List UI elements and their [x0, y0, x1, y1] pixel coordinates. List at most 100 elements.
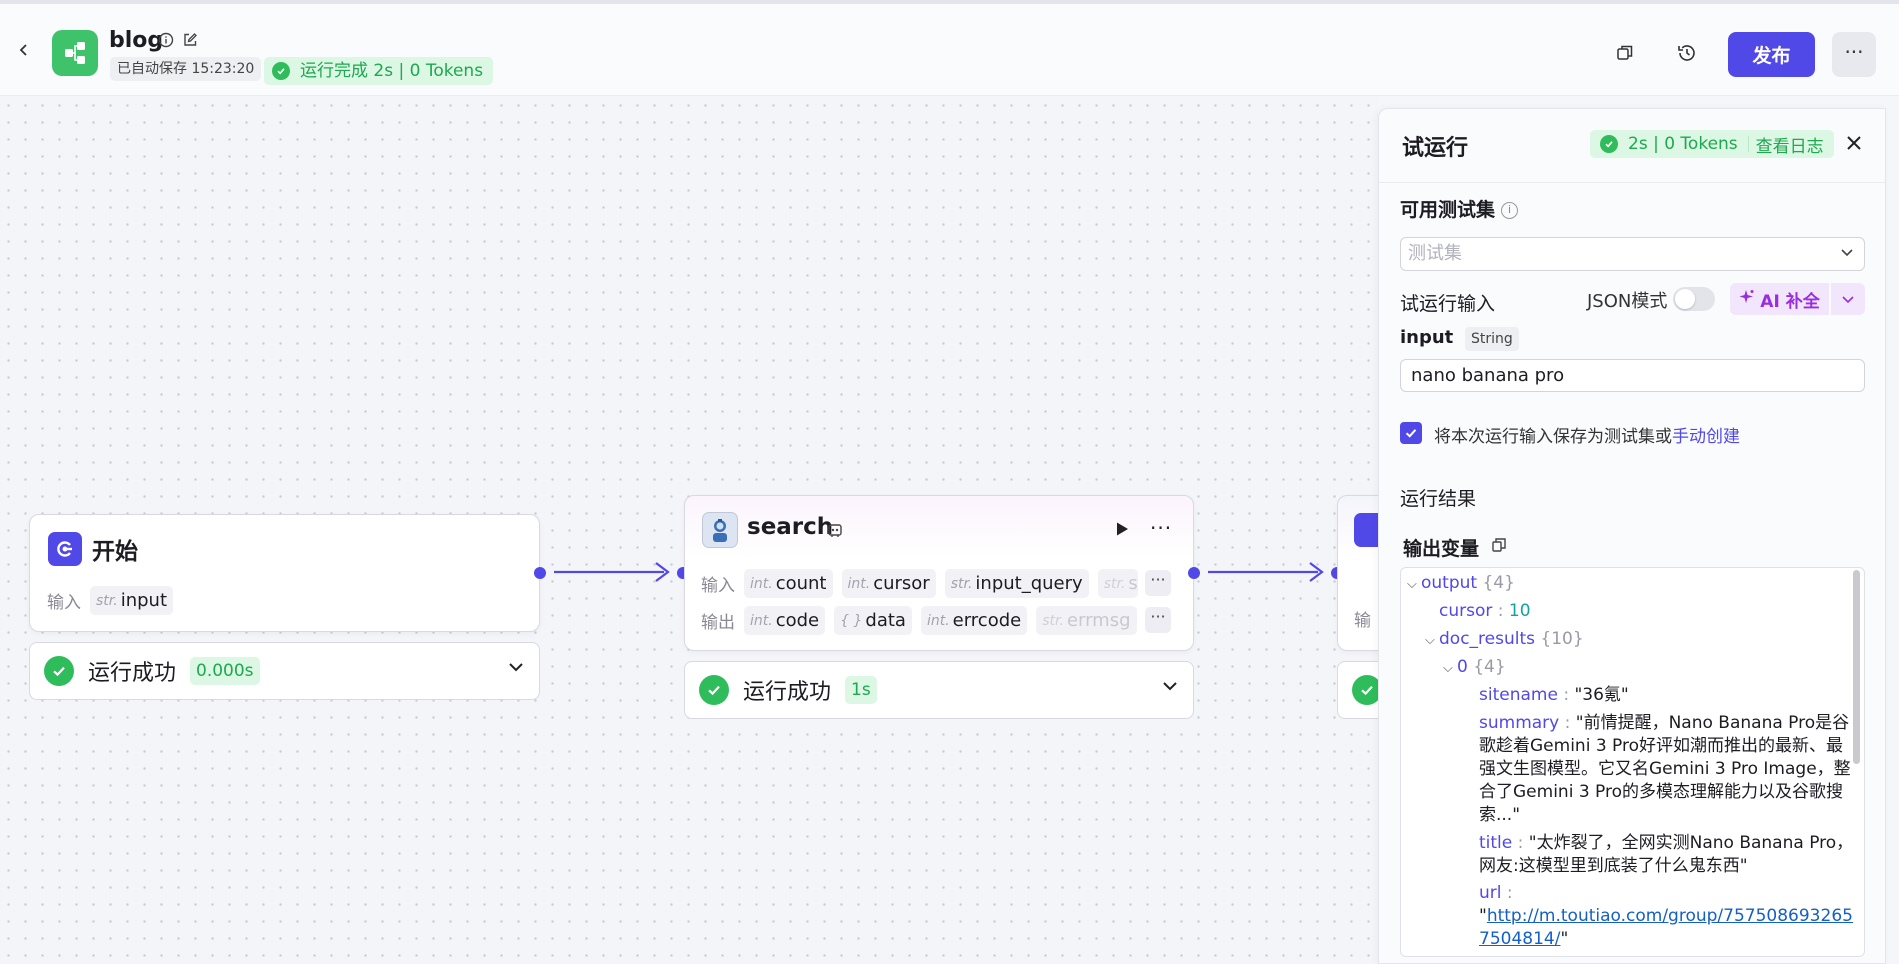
search-run-status[interactable]: 运行成功 1s	[684, 661, 1194, 719]
success-check-icon	[44, 656, 74, 686]
run-summary-badge: 2s | 0 Tokens 查看日志	[1590, 130, 1834, 158]
search-output-port[interactable]	[1188, 567, 1200, 579]
view-log-link[interactable]: 查看日志	[1756, 132, 1834, 157]
test-set-placeholder: 测试集	[1408, 243, 1462, 264]
param-tag: int. count	[744, 569, 833, 598]
run-input-label: 试运行输入	[1400, 293, 1496, 315]
param-tag: int. cursor	[841, 569, 936, 598]
output-vars-label: 输出变量	[1403, 538, 1480, 560]
tree-node-output[interactable]: ⌵ output {4}	[1407, 572, 1515, 596]
chevron-down-icon[interactable]	[1161, 677, 1179, 699]
json-mode-toggle[interactable]	[1673, 287, 1715, 311]
close-icon[interactable]	[1842, 131, 1866, 155]
start-run-status[interactable]: 运行成功 0.000s	[29, 642, 540, 700]
panel-title: 试运行	[1402, 136, 1469, 161]
param-tag: int. errcode	[920, 606, 1028, 635]
manual-create-link[interactable]: 手动创建	[1672, 427, 1740, 447]
run-status-text: 运行完成 2s | 0 Tokens	[300, 61, 484, 81]
copy-icon[interactable]	[1491, 537, 1507, 553]
back-icon[interactable]	[16, 42, 32, 58]
check-circle-icon	[272, 62, 290, 80]
input-field[interactable]: nano banana pro	[1400, 359, 1865, 392]
workflow-canvas[interactable]: 开始 输入 str. input 运行成功 0.000s search ··· 输…	[0, 97, 1457, 964]
run-result-label: 运行结果	[1400, 488, 1477, 510]
tree-node-sitename: sitename : "36氪"	[1479, 685, 1629, 705]
test-run-panel: 试运行 2s | 0 Tokens 查看日志 可用测试集 i 测试集 试运行输入 …	[1378, 108, 1886, 964]
ai-fill-dropdown[interactable]	[1831, 283, 1865, 315]
tree-node-url: url : "http://m.toutiao.com/group/7575086…	[1479, 883, 1853, 949]
info-icon[interactable]	[158, 32, 174, 52]
history-icon[interactable]	[1676, 42, 1698, 64]
search-node-inputs: 输入 int. count int. cursor str. input_query …	[701, 569, 1138, 598]
run-status-badge: 运行完成 2s | 0 Tokens	[264, 57, 494, 85]
chevron-down-icon	[1840, 238, 1854, 270]
param-tag: str. s	[1097, 569, 1138, 598]
search-node-outputs: 输出 int. code { } data int. errcode str. errm…	[701, 606, 1137, 635]
tree-node-doc-results[interactable]: ⌵ doc_results {10}	[1425, 628, 1584, 652]
inputs-more-button[interactable]: ···	[1145, 570, 1171, 596]
chevron-down-icon: ⌵	[1407, 577, 1417, 592]
info-icon[interactable]: i	[1501, 202, 1519, 219]
url-link[interactable]: http://m.toutiao.com/group/7575086932657…	[1479, 906, 1853, 949]
workflow-logo-icon	[52, 30, 98, 76]
input-type-tag: String	[1465, 327, 1519, 351]
chevron-down-icon: ⌵	[1425, 633, 1435, 648]
status-label: 运行成功	[88, 661, 177, 686]
chevron-down-icon[interactable]	[507, 658, 525, 680]
tree-node-cursor: cursor : 10	[1439, 601, 1531, 621]
autosave-label: 已自动保存 15:23:20	[110, 57, 262, 81]
panel-header: 试运行 2s | 0 Tokens 查看日志	[1379, 109, 1885, 183]
tree-node-title: title : "太炸裂了，全网实测Nano Banana Pro，网友:这模型…	[1479, 833, 1854, 876]
edge-search-next	[1208, 562, 1324, 582]
input-label: 输入	[47, 593, 81, 613]
chevron-down-icon	[1842, 296, 1854, 304]
edge-start-search	[554, 562, 670, 582]
start-node[interactable]: 开始 输入 str. input	[29, 514, 540, 632]
output-label: 输出	[701, 613, 735, 633]
search-node-title: search	[747, 514, 834, 540]
outputs-more-button[interactable]: ···	[1145, 607, 1171, 633]
scrollbar-thumb[interactable]	[1853, 570, 1860, 764]
output-json-tree[interactable]: ⌵ output {4} cursor : 10 ⌵ doc_results {10…	[1400, 567, 1865, 957]
workflow-title: blog	[109, 28, 164, 53]
input-name-label: input	[1400, 327, 1454, 348]
input-label: 输入	[701, 576, 735, 596]
param-tag: str. errmsg	[1036, 606, 1137, 635]
tree-node-summary: summary : "前情提醒，Nano Banana Pro是谷歌趁着Gemi…	[1479, 713, 1851, 825]
duration-badge: 0.000s	[190, 657, 260, 685]
check-icon	[1405, 429, 1417, 438]
check-circle-icon	[1600, 135, 1618, 153]
start-node-title: 开始	[92, 539, 138, 565]
tree-node-item-0[interactable]: ⌵ 0 {4}	[1443, 656, 1506, 680]
param-tag: int. code	[744, 606, 826, 635]
publish-button[interactable]: 发布	[1728, 32, 1815, 77]
run-summary-text: 2s | 0 Tokens	[1628, 134, 1738, 154]
test-set-label: 可用测试集 i	[1400, 195, 1519, 222]
duration-badge: 1s	[845, 676, 877, 704]
app-header: blog 已自动保存 15:23:20 运行完成 2s | 0 Tokens 发…	[0, 4, 1899, 96]
start-node-inputs: 输入 str. input	[47, 586, 174, 615]
more-menu-button[interactable]: ···	[1832, 32, 1876, 77]
test-set-select[interactable]: 测试集	[1400, 237, 1865, 271]
robot-avatar-icon	[702, 512, 738, 548]
save-testset-checkbox[interactable]	[1400, 422, 1422, 444]
title-actions	[158, 32, 198, 52]
sparkle-icon	[1739, 289, 1755, 310]
json-mode-label: JSON模式	[1587, 291, 1668, 312]
start-output-port[interactable]	[534, 567, 546, 579]
param-tag: str. input_query	[944, 569, 1089, 598]
start-node-icon	[48, 532, 82, 566]
search-node[interactable]: search ··· 输入 int. count int. cursor str. i…	[684, 495, 1194, 651]
save-testset-text: 将本次运行输入保存为测试集或手动创建	[1434, 427, 1740, 447]
success-check-icon	[699, 675, 729, 705]
edit-icon[interactable]	[182, 32, 198, 52]
node-more-icon[interactable]: ···	[1150, 516, 1172, 540]
ai-fill-button[interactable]: AI 补全	[1730, 283, 1829, 315]
input-label: 输	[1354, 611, 1371, 631]
chevron-down-icon: ⌵	[1443, 661, 1453, 676]
divider	[1747, 136, 1749, 152]
status-label: 运行成功	[743, 680, 832, 705]
param-tag: { } data	[834, 606, 912, 635]
copy-icon[interactable]	[1614, 42, 1636, 64]
play-icon[interactable]	[1113, 520, 1131, 542]
